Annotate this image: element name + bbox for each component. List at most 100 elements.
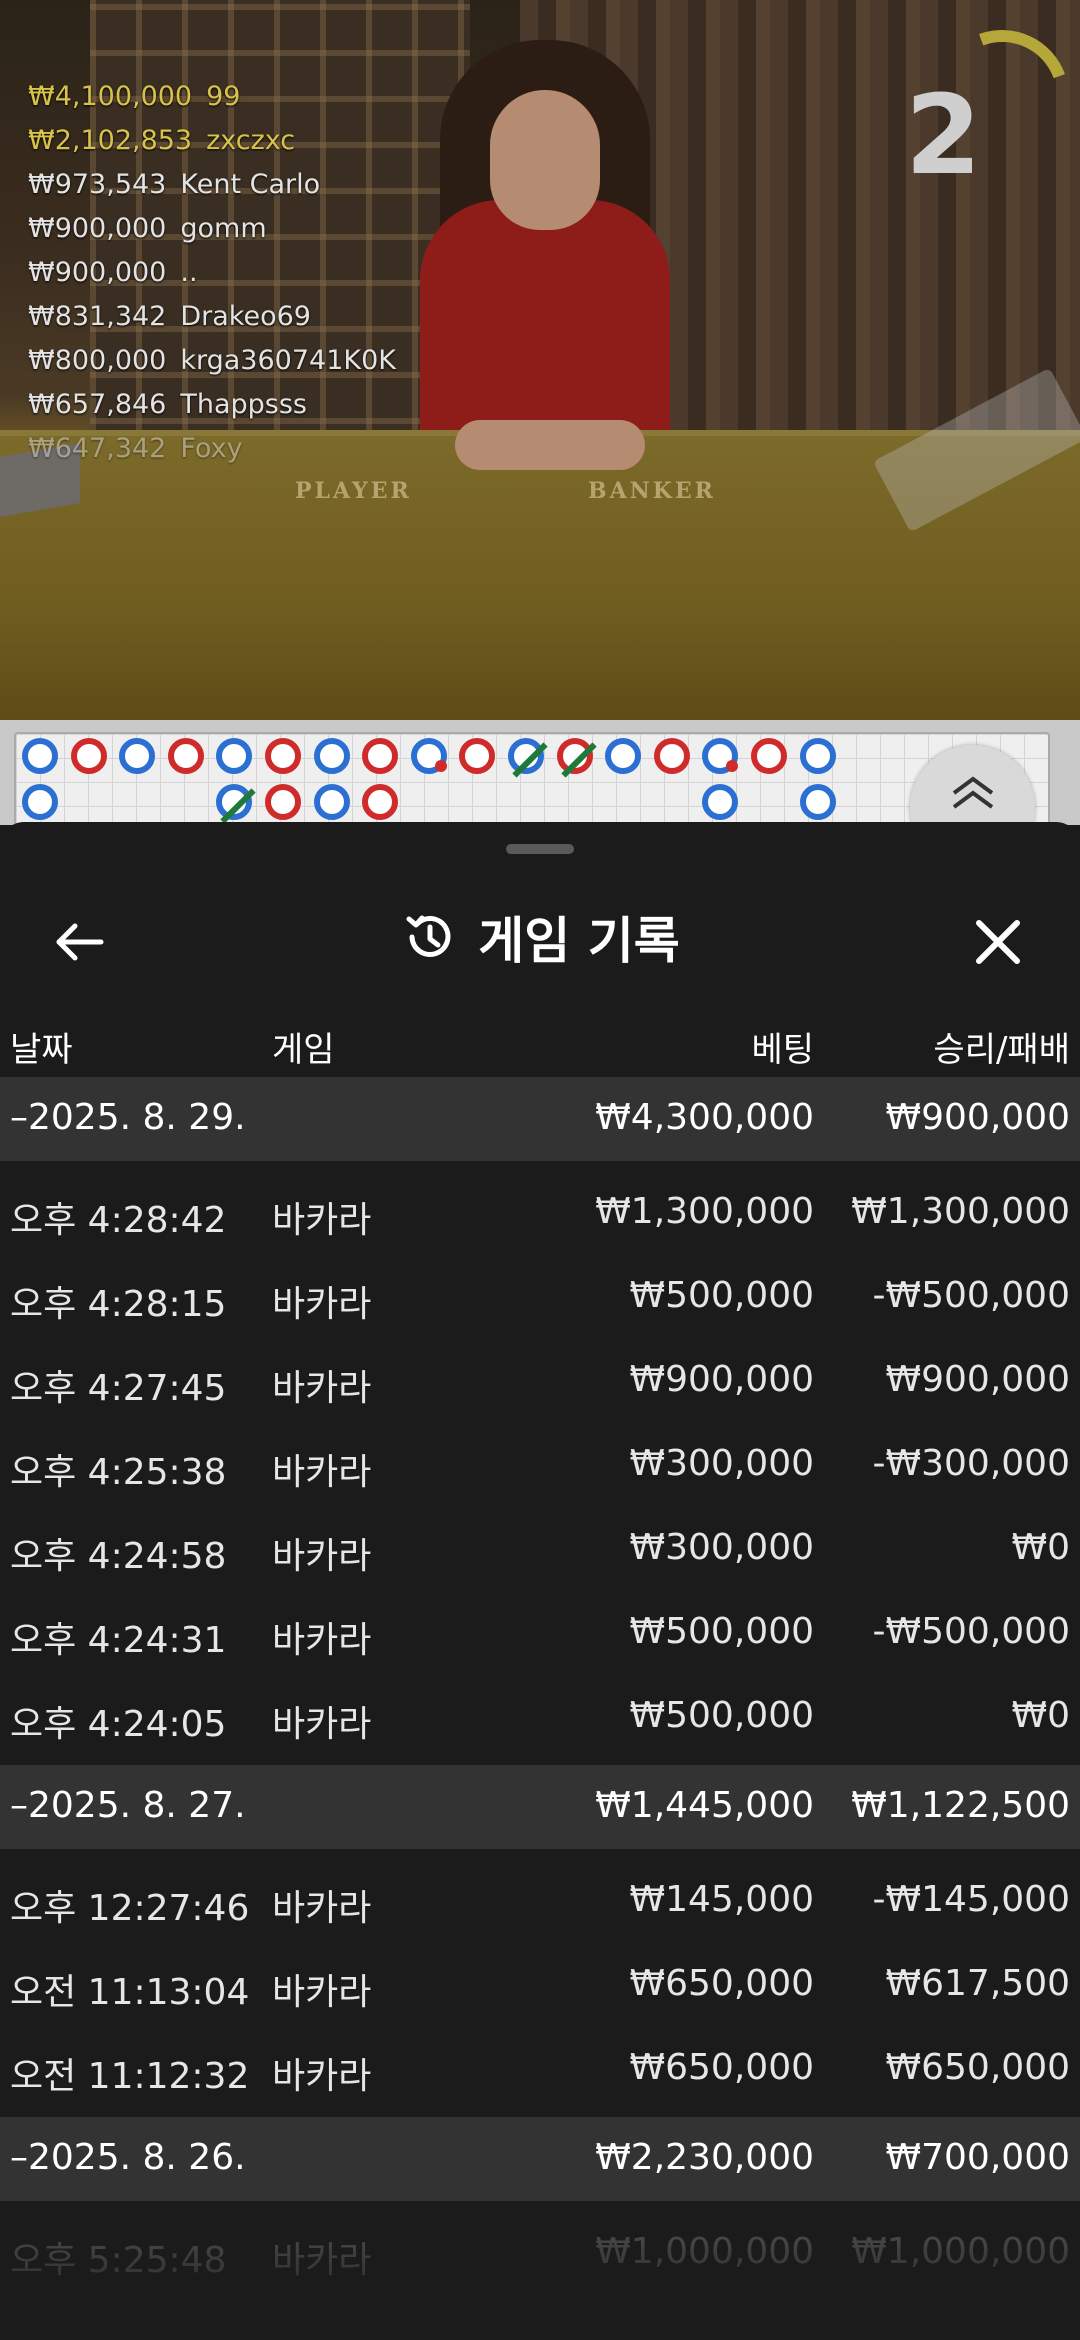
page-title: 게임 기록 <box>478 912 680 970</box>
back-button[interactable] <box>40 902 120 982</box>
pair-dot <box>434 760 447 772</box>
bet-amount: ₩647,342 <box>28 432 167 464</box>
player-bead <box>702 738 739 774</box>
row-game: 바카라 <box>272 1368 372 1409</box>
row-time: 오후 4:24:31 <box>10 1620 227 1661</box>
player-bead <box>799 738 836 774</box>
bet-entry: ₩831,342 Drakeo69 <box>28 294 396 338</box>
history-row[interactable]: 오후 4:28:42 바카라 ₩1,300,000 ₩1,300,000 <box>0 1169 1080 1253</box>
player-bead <box>216 784 257 824</box>
history-row[interactable]: 오후 4:25:38 바카라 ₩300,000 -₩300,000 <box>0 1421 1080 1505</box>
bet-entry: ₩900,000.. <box>28 250 396 294</box>
column-date: 날짜 <box>10 1030 73 1070</box>
live-video: PLAYER BANKER 2 ₩4,100,000 99 ₩2,102,853 zx… <box>0 0 1080 720</box>
dealer-face <box>490 90 600 230</box>
row-game: 바카라 <box>272 1888 372 1929</box>
history-row[interactable]: 오후 4:24:58 바카라 ₩300,000 ₩0 <box>0 1505 1080 1589</box>
history-row[interactable]: 오후 12:27:46 바카라 ₩145,000 -₩145,000 <box>0 1857 1080 1941</box>
row-time: 오후 12:27:46 <box>10 1888 250 1929</box>
banker-bead <box>459 738 496 774</box>
close-button[interactable] <box>958 902 1038 982</box>
row-bet: ₩500,000 <box>629 1695 814 1736</box>
group-date: –2025. 8. 29. <box>10 1097 246 1138</box>
date-group-header[interactable]: –2025. 8. 26. ₩2,230,000 ₩700,000 <box>0 2117 1080 2201</box>
row-time: 오전 11:13:04 <box>10 1972 250 2013</box>
row-bet: ₩300,000 <box>629 1527 814 1568</box>
history-icon <box>406 915 451 957</box>
group-result-total: ₩700,000 <box>885 2137 1070 2178</box>
group-result-total: ₩1,122,500 <box>851 1785 1070 1826</box>
bet-entry: ₩900,000 gomm <box>28 206 396 250</box>
row-result: ₩900,000 <box>885 1359 1070 1400</box>
history-row[interactable]: 오전 11:13:04 바카라 ₩650,000 ₩617,500 <box>0 1941 1080 2025</box>
history-row[interactable]: 오전 11:12:32 바카라 ₩650,000 ₩650,000 <box>0 2025 1080 2109</box>
tie-mark <box>560 742 597 778</box>
row-result: -₩300,000 <box>872 1443 1070 1484</box>
history-row[interactable]: 오후 4:27:45 바카라 ₩900,000 ₩900,000 <box>0 1337 1080 1421</box>
bet-player-name: krga360741K0K <box>180 344 396 376</box>
banker-bead <box>653 738 690 774</box>
row-result: ₩650,000 <box>885 2047 1070 2088</box>
row-game: 바카라 <box>272 1200 372 1241</box>
column-bet: 베팅 <box>751 1030 814 1070</box>
player-bead <box>119 738 156 774</box>
column-result: 승리/패배 <box>933 1030 1070 1070</box>
sheet-drag-handle[interactable] <box>506 844 574 854</box>
row-game: 바카라 <box>272 1972 372 2013</box>
bet-player-name: Kent Carlo <box>180 168 321 200</box>
row-game: 바카라 <box>272 1284 372 1325</box>
row-time: 오후 4:24:58 <box>10 1536 227 1577</box>
row-game: 바카라 <box>272 1704 372 1745</box>
tie-mark <box>512 742 548 778</box>
banker-bead <box>265 738 301 774</box>
row-time: 오후 4:24:05 <box>10 1704 227 1745</box>
game-history-sheet: 게임 기록 날짜 게임 베팅 승리/패배 –2025. 8. 29. ₩4,300… <box>0 822 1080 2340</box>
bet-entry: ₩647,342 Foxy <box>28 426 396 470</box>
column-game: 게임 <box>272 1030 335 1070</box>
close-icon <box>976 920 1020 964</box>
bet-amount: ₩831,342 <box>28 300 167 332</box>
row-game: 바카라 <box>272 1452 372 1493</box>
bet-entry: ₩4,100,000 99 <box>28 74 396 118</box>
group-result-total: ₩900,000 <box>885 1097 1070 1138</box>
history-row[interactable]: 오후 4:24:05 바카라 ₩500,000 ₩0 <box>0 1673 1080 1757</box>
row-game: 바카라 <box>272 2056 372 2097</box>
sheet-header: 게임 기록 <box>0 872 1080 1002</box>
row-bet: ₩650,000 <box>629 2047 814 2088</box>
row-bet: ₩145,000 <box>629 1879 814 1920</box>
column-headers: 날짜 게임 베팅 승리/패배 <box>0 1002 1080 1082</box>
banker-bead <box>265 784 301 820</box>
row-time: 오후 4:28:42 <box>10 1200 227 1241</box>
felt-banker-label: BANKER <box>588 478 716 504</box>
row-time: 오전 11:12:32 <box>10 2056 250 2097</box>
row-time: 오후 4:25:38 <box>10 1452 227 1493</box>
player-bead <box>216 738 253 774</box>
row-result: -₩145,000 <box>872 1879 1070 1920</box>
bet-amount: ₩900,000 <box>28 256 167 288</box>
row-result: -₩500,000 <box>872 1611 1070 1652</box>
history-list[interactable]: –2025. 8. 29. ₩4,300,000 ₩900,000 오후 4:28:4… <box>0 1077 1080 2301</box>
pair-dot <box>726 760 739 772</box>
group-bet-total: ₩2,230,000 <box>595 2137 814 2178</box>
row-game: 바카라 <box>272 1620 372 1661</box>
player-bead <box>22 738 58 774</box>
date-group-header[interactable]: –2025. 8. 29. ₩4,300,000 ₩900,000 <box>0 1077 1080 1161</box>
banker-bead <box>362 738 399 774</box>
banker-bead <box>167 738 204 774</box>
banker-bead <box>556 738 597 778</box>
history-row[interactable]: 오후 4:24:31 바카라 ₩500,000 -₩500,000 <box>0 1589 1080 1673</box>
row-time: 오후 4:28:15 <box>10 1284 227 1325</box>
bet-player-name: Foxy <box>180 432 243 464</box>
banker-bead <box>362 784 399 820</box>
history-row[interactable]: 오후 4:28:15 바카라 ₩500,000 -₩500,000 <box>0 1253 1080 1337</box>
bet-amount: ₩2,102,853 <box>28 124 193 156</box>
player-bead <box>605 738 642 774</box>
date-group-header[interactable]: –2025. 8. 27. ₩1,445,000 ₩1,122,500 <box>0 1765 1080 1849</box>
bet-entry: ₩2,102,853 zxczxc <box>28 118 396 162</box>
player-bead <box>702 784 739 820</box>
chevron-up-double-icon <box>952 776 994 809</box>
